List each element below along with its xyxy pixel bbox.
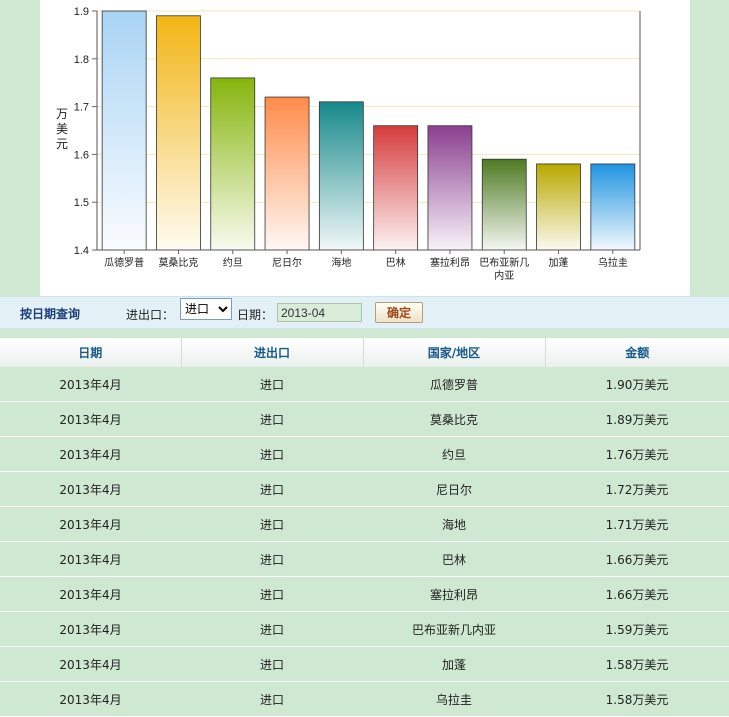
- bar: [373, 125, 419, 251]
- x-tick-label: 巴布亚新几: [479, 256, 529, 269]
- cell-country: 巴林: [363, 541, 545, 577]
- cell-country: 乌拉圭: [363, 681, 545, 717]
- header-date: 日期: [0, 338, 182, 367]
- cell-country: 加蓬: [363, 646, 545, 682]
- cell-country: 莫桑比克: [363, 401, 545, 437]
- bar: [101, 10, 147, 251]
- bar: [156, 15, 201, 251]
- cell-date: 2013年4月: [0, 576, 181, 612]
- cell-amount: 1.66万美元: [545, 576, 729, 612]
- cell-amount: 1.59万美元: [545, 611, 729, 647]
- cell-date: 2013年4月: [0, 436, 181, 472]
- x-tick-label: 内亚: [494, 269, 514, 282]
- bar: [481, 158, 527, 251]
- x-tick-label: 瓜德罗普: [104, 256, 144, 269]
- x-tick-label: 巴林: [386, 256, 406, 269]
- y-axis-label: 万: [56, 107, 68, 121]
- chart-panel: 1.4 1.5 1.6 1.7 1.8 1.9 瓜德罗普 莫桑比克 约旦 尼日尔 海地 巴林 塞拉利昂巴…: [40, 0, 690, 296]
- cell-amount: 1.66万美元: [545, 541, 729, 577]
- cell-country: 尼日尔: [363, 471, 545, 507]
- cell-date: 2013年4月: [0, 401, 181, 437]
- date-input[interactable]: [277, 303, 362, 322]
- y-axis-label: 美: [56, 122, 68, 136]
- header-country-region: 国家/地区: [363, 338, 546, 367]
- cell-country: 海地: [363, 506, 545, 542]
- cell-date: 2013年4月: [0, 506, 181, 542]
- table-row: 2013年4月 进口 尼日尔 1.72万美元: [0, 471, 729, 507]
- bar: [210, 77, 256, 251]
- cell-amount: 1.89万美元: [545, 401, 729, 437]
- cell-amount: 1.71万美元: [545, 506, 729, 542]
- y-tick-label: 1.8: [74, 54, 89, 66]
- cell-date: 2013年4月: [0, 541, 181, 577]
- y-tick-label: 1.5: [74, 197, 89, 209]
- table-row: 2013年4月 进口 加蓬 1.58万美元: [0, 646, 729, 682]
- y-tick-label: 1.4: [74, 245, 89, 257]
- bar: [536, 163, 581, 251]
- y-tick-label: 1.6: [74, 149, 89, 161]
- cell-amount: 1.72万美元: [545, 471, 729, 507]
- table-header-row: 日期 进出口 国家/地区 金额: [0, 338, 729, 367]
- cell-country: 瓜德罗普: [363, 367, 545, 402]
- cell-amount: 1.58万美元: [545, 646, 729, 682]
- bar: [318, 101, 364, 251]
- cell-country: 巴布亚新几内亚: [363, 611, 545, 647]
- cell-country: 约旦: [363, 436, 545, 472]
- table-row: 2013年4月 进口 瓜德罗普 1.90万美元: [0, 367, 729, 402]
- data-table: 日期 进出口 国家/地区 金额 2013年4月 进口 瓜德罗普 1.90万美元 201…: [0, 338, 729, 717]
- bar: [590, 163, 636, 251]
- bar-chart: 1.4 1.5 1.6 1.7 1.8 1.9 瓜德罗普 莫桑比克 约旦 尼日尔 海地 巴林 塞拉利昂巴…: [56, 6, 641, 282]
- cell-country: 塞拉利昂: [363, 576, 545, 612]
- cell-date: 2013年4月: [0, 471, 181, 507]
- import-export-select[interactable]: 进口: [180, 298, 232, 320]
- header-amount: 金额: [625, 346, 650, 360]
- cell-import-export: 进口: [181, 506, 363, 542]
- table-row: 2013年4月 进口 莫桑比克 1.89万美元: [0, 401, 729, 437]
- cell-import-export: 进口: [181, 611, 363, 647]
- confirm-button[interactable]: 确定: [375, 302, 423, 323]
- cell-import-export: 进口: [181, 367, 363, 402]
- cell-import-export: 进口: [181, 401, 363, 437]
- cell-date: 2013年4月: [0, 611, 181, 647]
- import-export-label: 进出口：: [126, 308, 175, 322]
- x-tick-label: 莫桑比克: [158, 257, 198, 269]
- table-row: 2013年4月 进口 巴林 1.66万美元: [0, 541, 729, 577]
- x-tick-label: 乌拉圭: [598, 256, 628, 269]
- table-row: 2013年4月 进口 海地 1.71万美元: [0, 506, 729, 542]
- cell-import-export: 进口: [181, 646, 363, 682]
- x-tick-label: 海地: [331, 256, 351, 269]
- cell-amount: 1.90万美元: [545, 367, 729, 402]
- table-row: 2013年4月 进口 塞拉利昂 1.66万美元: [0, 576, 729, 612]
- cell-amount: 1.76万美元: [545, 436, 729, 472]
- table-row: 2013年4月 进口 约旦 1.76万美元: [0, 436, 729, 472]
- table-row: 2013年4月 进口 乌拉圭 1.58万美元: [0, 681, 729, 717]
- cell-import-export: 进口: [181, 681, 363, 717]
- query-bar: 按日期查询 进出口： 进口 日期： 确定: [0, 296, 729, 329]
- x-tick-label: 塞拉利昂: [430, 256, 470, 269]
- y-axis-label: 元: [56, 137, 68, 151]
- x-tick-label: 尼日尔: [272, 256, 302, 269]
- bar: [264, 96, 310, 251]
- cell-amount: 1.58万美元: [545, 681, 729, 717]
- bar: [427, 125, 473, 251]
- x-tick-label: 加蓬: [549, 257, 569, 269]
- cell-import-export: 进口: [181, 471, 363, 507]
- header-import-export: 进出口: [181, 338, 364, 367]
- cell-import-export: 进口: [181, 436, 363, 472]
- cell-date: 2013年4月: [0, 646, 181, 682]
- cell-import-export: 进口: [181, 541, 363, 577]
- x-tick-label: 约旦: [223, 256, 243, 269]
- cell-import-export: 进口: [181, 576, 363, 612]
- cell-date: 2013年4月: [0, 367, 181, 402]
- y-tick-label: 1.7: [74, 102, 89, 114]
- query-title: 按日期查询: [20, 307, 81, 321]
- date-label: 日期：: [237, 308, 274, 322]
- table-row: 2013年4月 进口 巴布亚新几内亚 1.59万美元: [0, 611, 729, 647]
- cell-date: 2013年4月: [0, 681, 181, 717]
- y-tick-label: 1.9: [74, 6, 89, 18]
